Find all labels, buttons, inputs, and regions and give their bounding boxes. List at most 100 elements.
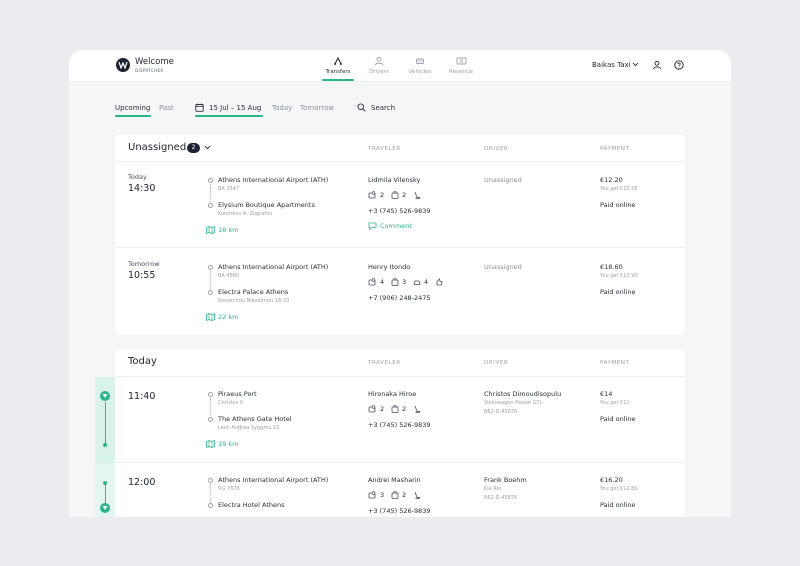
destination-dot-icon [208,290,213,295]
brand-title: Welcome [135,57,174,67]
car-icon [416,58,424,64]
traveler-name: Henry Itondo [368,263,411,271]
row-divider [115,247,685,248]
search-button[interactable]: Search [371,104,395,112]
transfer-day: Today [128,173,147,181]
tab-label: Transfers [325,69,351,75]
license-plate: B62-D-45876 [484,495,518,501]
traveler-phone[interactable]: +3 (745) 526-9839 [368,207,431,215]
table-row[interactable]: 12:00 Athens International Airport (ATH)… [115,463,685,517]
map-icon[interactable] [206,226,215,234]
destination-name: Electra Palace Athens [218,288,289,296]
origin-dot-icon [208,178,213,183]
origin-detail: VG 7878 [218,486,240,492]
company-selector[interactable]: Baikas Taxi [592,61,631,69]
extra-option-icon [436,278,443,286]
destination-name: Electra Hotel Athens [218,501,285,509]
transfer-time: 14:30 [128,183,156,194]
payment-status: Paid online [600,415,636,423]
tab-label: Revenue [449,69,473,75]
comment-link[interactable]: Comment [380,222,412,230]
traveler-phone[interactable]: +3 (745) 526-9839 [368,421,431,429]
origin-detail: BA 4880 [218,273,240,279]
origin-name: Athens International Airport (ATH) [218,176,329,184]
traveler-phone[interactable]: +7 (906) 248-2475 [368,294,431,302]
payment-status: Paid online [600,201,636,209]
tab-transfers[interactable]: Transfers [318,56,358,75]
filter-tomorrow[interactable]: Tomorrow [300,104,334,112]
map-icon[interactable] [206,313,215,321]
tab-vehicles[interactable]: Vehicles [400,56,440,75]
chevron-down-icon[interactable] [204,145,211,150]
luggage-icon [391,278,399,286]
help-icon[interactable] [674,60,684,70]
distance[interactable]: 22 km [218,313,238,321]
origin-name: Piraeus Port [218,390,257,398]
destination-detail: Navarchou Nikodimou 18-20 [218,298,290,304]
transfer-time: 12:00 [128,477,156,488]
map-icon[interactable] [206,440,215,448]
driver-status[interactable]: Unassigned [484,176,522,184]
unassigned-card: Unassigned 2 TRAVELER DRIVER PAYMENT Tod… [115,135,685,335]
origin-dot-icon [208,478,213,483]
earnings: You get €11 [600,400,630,406]
user-icon[interactable] [652,60,662,70]
column-header-traveler: TRAVELER [368,146,401,152]
search-icon[interactable] [357,103,366,112]
table-row[interactable]: Today 14:30 Athens International Airport… [115,162,685,248]
destination-name: Elysium Boutique Apartments [218,201,315,209]
table-row[interactable]: 11:40 Piraeus Port Christos II The Athen… [115,377,685,463]
top-header: Welcome DISPATCHER Transfers Drivers Veh… [69,50,731,82]
filter-today[interactable]: Today [272,104,292,112]
table-row[interactable]: Tomorrow 10:55 Athens International Airp… [115,249,685,335]
tab-revenue[interactable]: Revenue [441,56,481,75]
destination-dot-icon [208,503,213,508]
transfer-time: 10:55 [128,270,156,281]
active-tab-indicator [322,79,354,81]
date-range-picker[interactable]: 15 Jul – 15 Aug [209,104,261,112]
child-seat-icon [413,280,421,285]
route-line [210,184,211,202]
comment-icon[interactable] [368,222,377,230]
timeline-line [104,484,106,504]
price: €14 [600,390,613,398]
destination-dot-icon [208,203,213,208]
brand-subtitle: DISPATCHER [135,68,164,73]
driver-name[interactable]: Frank Boehm [484,476,527,484]
column-header-payment: PAYMENT [600,360,630,366]
passenger-icon [368,491,376,499]
route-line [210,271,211,289]
passenger-count: 2 [380,191,385,199]
driver-name[interactable]: Christos Dimoudisopulu [484,390,561,398]
filter-upcoming[interactable]: Upcoming [115,104,150,112]
luggage-count: 2 [402,405,407,413]
timeline-dot [103,443,107,447]
traveler-phone[interactable]: +3 (745) 526-9839 [368,507,431,515]
filter-underline [115,115,151,117]
today-card: Today TRAVELER DRIVER PAYMENT 11:40 Pira… [115,349,685,517]
luggage-icon [391,491,399,499]
filter-past[interactable]: Past [159,104,174,112]
earnings: You get €10.56 [600,186,638,192]
price: €18.60 [600,263,623,271]
transfer-time: 11:40 [128,391,156,402]
distance[interactable]: 18 km [218,226,238,234]
logo-icon[interactable] [116,58,130,72]
driver-status[interactable]: Unassigned [484,263,522,271]
origin-dot-icon [208,265,213,270]
destination-name: The Athens Gate Hotel [218,415,292,423]
destination-detail: Koroneou 8, Zografou [218,211,273,217]
passenger-count: 3 [380,491,385,499]
revenue-icon [456,57,466,65]
chevron-down-icon[interactable] [632,62,639,67]
location-pin-icon [100,503,110,513]
tab-drivers[interactable]: Drivers [359,56,399,75]
distance[interactable]: 19 km [218,440,238,448]
luggage-count: 2 [402,491,407,499]
column-header-driver: DRIVER [484,360,509,366]
route-icon [334,56,342,65]
luggage-icon [391,191,399,199]
route-line [210,398,211,416]
column-header-payment: PAYMENT [600,146,630,152]
location-pin-icon [100,391,110,401]
